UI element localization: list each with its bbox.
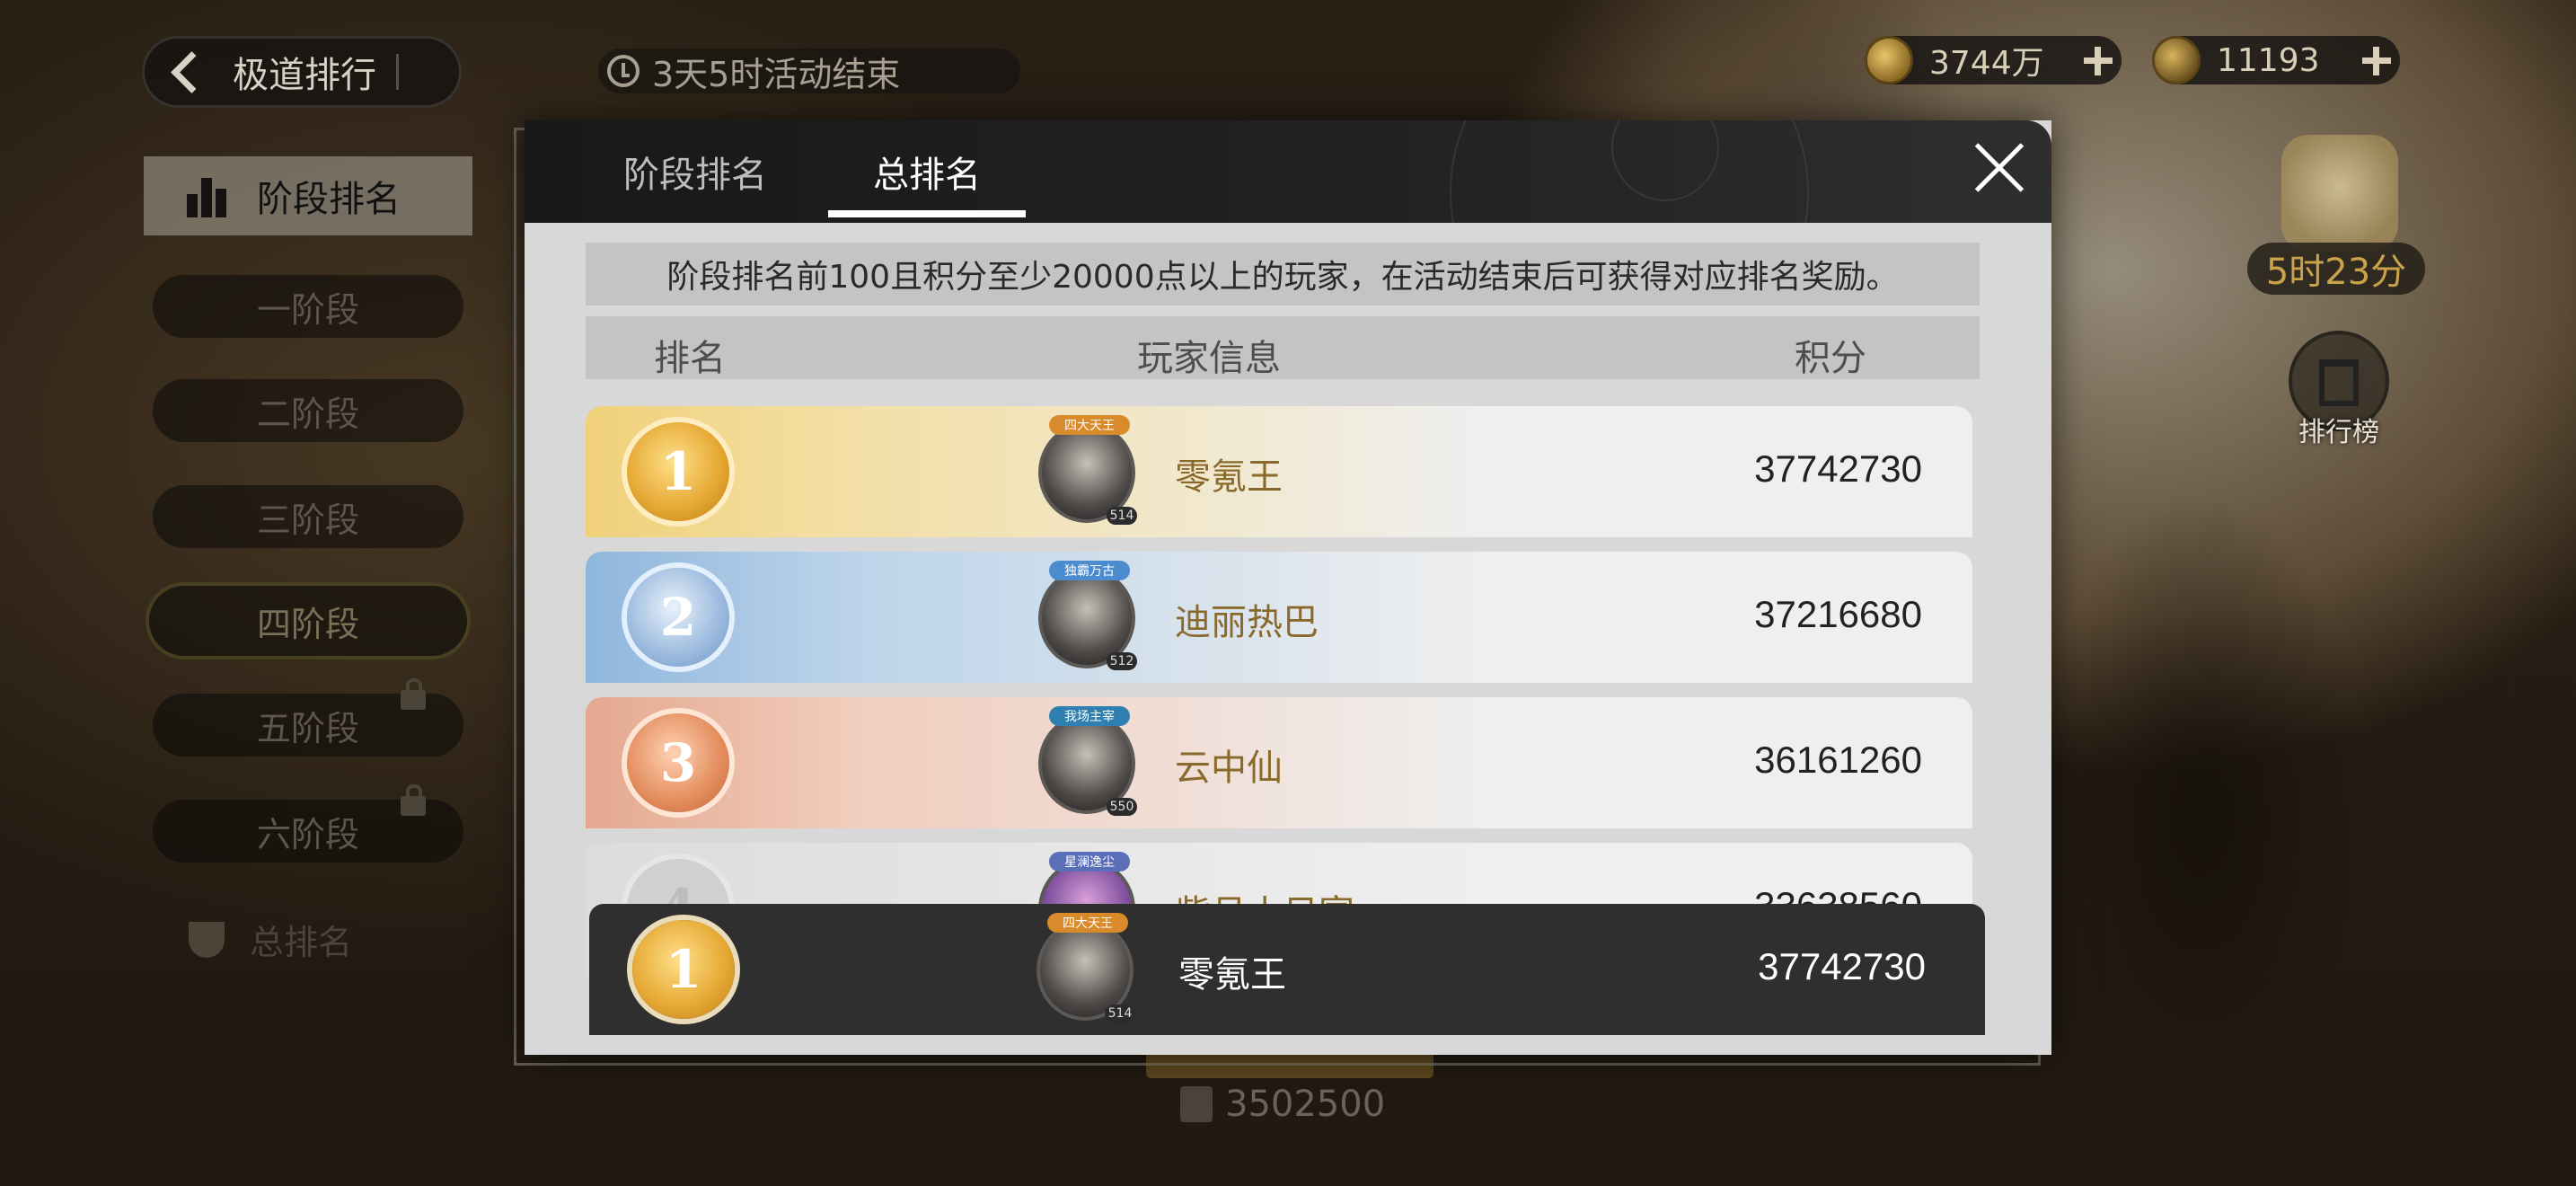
currency-stamina-amount: 11193: [2217, 41, 2320, 79]
player-name: 迪丽热巴: [1175, 602, 1319, 643]
title-tag: 独霸万古: [1049, 561, 1130, 580]
leaderboard-icon: [2319, 359, 2359, 406]
score-icon: [1180, 1086, 1213, 1122]
lock-icon: [401, 678, 426, 710]
gold-coin-icon: [1865, 36, 1913, 84]
stamina-icon: [2152, 36, 2201, 84]
lock-icon: [401, 784, 426, 816]
table-header: 排名 玩家信息 积分: [586, 316, 1980, 379]
player-name: 零氪王: [1175, 456, 1283, 498]
avatar[interactable]: 四大天王 514: [1031, 907, 1139, 1028]
avatar[interactable]: 独霸万古 512: [1033, 555, 1141, 676]
bronze-medal-icon: 3: [627, 713, 729, 812]
player-score: 37216680: [1754, 593, 1922, 635]
currency-gold-amount: 3744万: [1929, 45, 2044, 82]
close-button[interactable]: [1971, 140, 2028, 198]
back-chevron-icon: [161, 45, 215, 99]
level-badge: 514: [1105, 1005, 1135, 1022]
add-gold-button[interactable]: [2073, 36, 2122, 84]
silver-medal-icon: 2: [627, 568, 729, 667]
column-score: 积分: [1795, 338, 1866, 379]
stage-button-1[interactable]: 一阶段: [153, 275, 463, 338]
sidebar-item-stage-ranking[interactable]: 阶段排名: [144, 156, 472, 235]
avatar[interactable]: 四大天王 514: [1033, 410, 1141, 530]
sidebar-item-label: 阶段排名: [257, 179, 401, 220]
tab-underline: [828, 210, 1026, 217]
title-tag: 四大天王: [1049, 415, 1130, 435]
stage-button-2[interactable]: 二阶段: [153, 379, 463, 442]
divider: [396, 54, 399, 90]
bar-chart-icon: [187, 174, 230, 217]
trophy-icon: [189, 921, 225, 958]
clock-icon: [607, 55, 640, 87]
player-score-value: 3502500: [1225, 1084, 1386, 1125]
currency-gold: 3744万: [1865, 36, 2122, 84]
event-timer-text: 3天5时活动结束: [652, 54, 901, 94]
title-tag: 我场主宰: [1049, 706, 1130, 726]
player-name: 云中仙: [1175, 748, 1283, 789]
player-score: 37742730: [1754, 447, 1922, 490]
sidebar-item-total-ranking[interactable]: 总排名: [189, 915, 352, 964]
column-player-info: 玩家信息: [1137, 338, 1281, 379]
event-timer: 3天5时活动结束: [598, 49, 1020, 94]
gold-medal-icon: 1: [632, 920, 735, 1019]
avatar[interactable]: 我场主宰 550: [1033, 701, 1141, 821]
modal-header: 阶段排名 总排名: [525, 120, 2051, 223]
table-row[interactable]: 3 我场主宰 550 云中仙 36161260: [586, 697, 1972, 828]
title-tag: 星澜逸尘: [1049, 852, 1130, 872]
player-score: 37742730: [1758, 945, 1926, 987]
leaderboard-label: 排行榜: [2298, 417, 2379, 448]
ranking-modal: 阶段排名 总排名 阶段排名前100且积分至少20000点以上的玩家，在活动结束后…: [525, 120, 2051, 1055]
tab-stage-ranking[interactable]: 阶段排名: [596, 120, 794, 223]
tab-total-ranking[interactable]: 总排名: [828, 120, 1026, 223]
add-stamina-button[interactable]: [2351, 36, 2400, 84]
player-score: 36161260: [1754, 739, 1922, 781]
level-badge: 514: [1107, 507, 1137, 525]
table-row[interactable]: 1 四大天王 514 零氪王 37742730: [586, 406, 1972, 537]
my-rank-row: 1 四大天王 514 零氪王 37742730: [589, 904, 1985, 1035]
player-score: 3502500: [1180, 1084, 1385, 1125]
stage-button-4[interactable]: 四阶段: [146, 582, 471, 659]
back-button[interactable]: 极道排行: [142, 36, 462, 108]
page-title: 极道排行: [233, 55, 376, 96]
table-row[interactable]: 2 独霸万古 512 迪丽热巴 37216680: [586, 552, 1972, 683]
title-tag: 四大天王: [1047, 913, 1128, 933]
chest-timer: 5时23分: [2247, 243, 2425, 295]
level-badge: 512: [1107, 652, 1137, 670]
currency-stamina: 11193: [2152, 36, 2400, 84]
gold-medal-icon: 1: [627, 422, 729, 521]
treasure-chest-icon[interactable]: [2281, 135, 2398, 252]
column-rank: 排名: [654, 338, 726, 379]
sidebar-item-label: 总排名: [250, 923, 353, 962]
stage-button-3[interactable]: 三阶段: [153, 485, 463, 548]
player-name: 零氪王: [1178, 954, 1286, 996]
reward-notice: 阶段排名前100且积分至少20000点以上的玩家，在活动结束后可获得对应排名奖励…: [586, 243, 1980, 305]
level-badge: 550: [1107, 798, 1137, 816]
